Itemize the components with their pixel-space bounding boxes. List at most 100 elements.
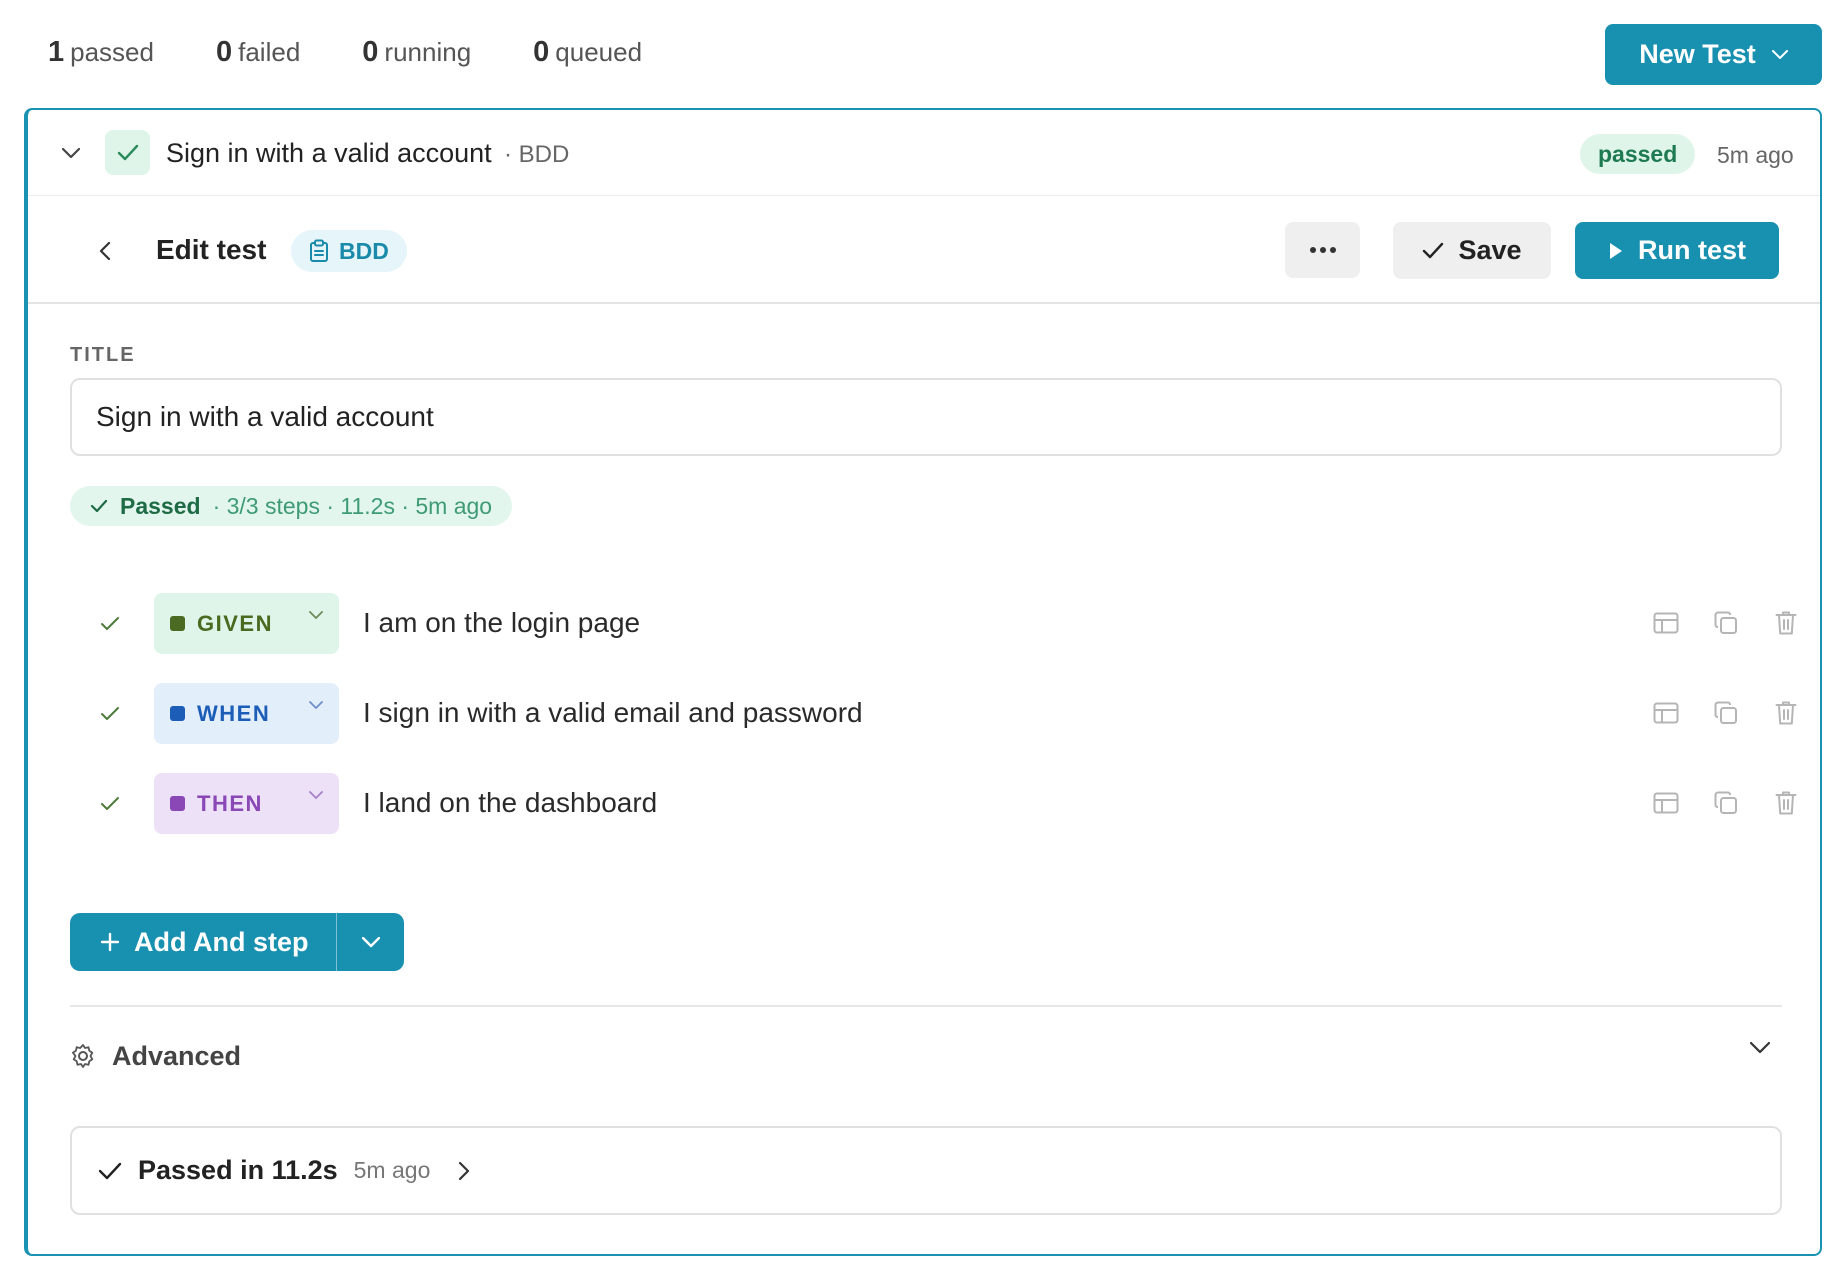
step-status [94,787,126,819]
step-actions [1650,697,1802,729]
editor-heading: Edit test [156,234,267,265]
step-keyword-select[interactable]: GIVEN [154,593,339,654]
copy-icon [1714,611,1737,634]
new-test-label: New Test [1639,39,1756,69]
failed-count: 0 failed [215,36,301,68]
test-type: · BDD [504,141,570,168]
back-button[interactable] [88,234,122,268]
clipboard-icon [310,239,328,262]
chevron-down-icon [309,701,323,709]
step-actions [1650,787,1802,819]
step-status [94,607,126,639]
trash-icon [1775,611,1797,635]
chevron-down-icon [1771,49,1788,59]
advanced-label: Advanced [112,1040,242,1071]
add-step-split-button: Add And step [70,913,404,971]
step-text[interactable]: I land on the dashboard [363,787,657,819]
chevron-down-icon [309,611,323,619]
step-keyword: GIVEN [197,610,273,636]
new-test-button[interactable]: New Test [1605,24,1822,85]
last-run-time: 5m ago [353,1157,431,1183]
test-time-ago: 5m ago [1717,142,1794,168]
data-table-button[interactable] [1650,697,1682,729]
run-result-meta: · 3/3 steps · 11.2s · 5m ago [212,492,493,519]
gear-icon [72,1044,94,1068]
last-run-label: Passed in 11.2s [138,1155,338,1185]
mode-badge: BDD [291,230,407,272]
passed-count: 1 passed [48,36,154,68]
check-icon [90,499,108,513]
step-row: WHEN I sign in with a valid email and pa… [70,683,1797,745]
advanced-section-toggle[interactable]: Advanced [70,1028,1782,1084]
check-icon [101,706,119,720]
step-keyword-select[interactable]: WHEN [154,683,339,744]
run-summary-bar: 1 passed 0 failed 0 running 0 queued [48,36,642,69]
section-divider [70,1005,1782,1007]
keyword-color-marker [170,796,185,811]
status-check [105,130,150,175]
ellipsis-icon [1309,247,1336,253]
chevron-down-icon [309,791,323,799]
delete-step-button[interactable] [1770,787,1802,819]
duplicate-step-button[interactable] [1710,787,1742,819]
more-options-button[interactable] [1285,222,1360,278]
trash-icon [1775,701,1797,725]
run-result-status: Passed [120,492,201,519]
check-icon [117,144,138,161]
keyword-color-marker [170,616,185,631]
step-text[interactable]: I am on the login page [363,607,640,639]
chevron-down-icon [361,936,380,947]
title-input[interactable] [70,378,1782,456]
add-step-button[interactable]: Add And step [70,913,337,971]
step-row: THEN I land on the dashboard [70,773,1797,835]
plus-icon [100,932,120,952]
data-table-button[interactable] [1650,787,1682,819]
check-icon [98,1162,122,1179]
table-icon [1653,612,1679,634]
last-run-row[interactable]: Passed in 11.2s 5m ago [70,1126,1782,1215]
step-actions [1650,607,1802,639]
test-card: Sign in with a valid account · BDD passe… [24,108,1822,1256]
status-badge: passed [1580,134,1696,174]
check-icon [101,616,119,630]
step-status [94,697,126,729]
step-text[interactable]: I sign in with a valid email and passwor… [363,697,863,729]
trash-icon [1775,791,1797,815]
check-icon [1423,242,1444,259]
mode-badge-label: BDD [339,237,389,264]
keyword-color-marker [170,706,185,721]
run-result-pill: Passed · 3/3 steps · 11.2s · 5m ago [70,486,513,526]
save-label: Save [1458,235,1522,265]
data-table-button[interactable] [1650,607,1682,639]
delete-step-button[interactable] [1770,607,1802,639]
step-keyword-select[interactable]: THEN [154,773,339,834]
step-row: GIVEN I am on the login page [70,593,1797,655]
run-test-label: Run test [1638,235,1746,265]
step-keyword: THEN [197,790,263,816]
running-count: 0 running [362,36,472,68]
test-title: Sign in with a valid account [166,138,492,168]
table-icon [1653,792,1679,814]
title-field-label: TITLE [70,344,136,366]
test-card-header[interactable]: Sign in with a valid account · BDD passe… [28,110,1820,196]
add-step-dropdown-button[interactable] [337,913,404,971]
editor-toolbar: Edit test BDD Save Run test [28,196,1820,304]
save-button[interactable]: Save [1393,222,1551,279]
duplicate-step-button[interactable] [1710,607,1742,639]
copy-icon [1714,701,1737,724]
chevron-right-icon [459,1161,470,1180]
chevron-down-icon [1750,1042,1770,1054]
duplicate-step-button[interactable] [1710,697,1742,729]
delete-step-button[interactable] [1770,697,1802,729]
collapse-toggle[interactable] [56,138,86,168]
play-icon [1610,242,1622,259]
add-step-label: Add And step [134,926,309,957]
check-icon [101,796,119,810]
table-icon [1653,702,1679,724]
run-test-button[interactable]: Run test [1575,222,1779,279]
step-keyword: WHEN [197,700,271,726]
chevron-left-icon [99,241,111,261]
copy-icon [1714,791,1737,814]
queued-count: 0 queued [533,36,643,68]
chevron-down-icon [62,147,80,158]
